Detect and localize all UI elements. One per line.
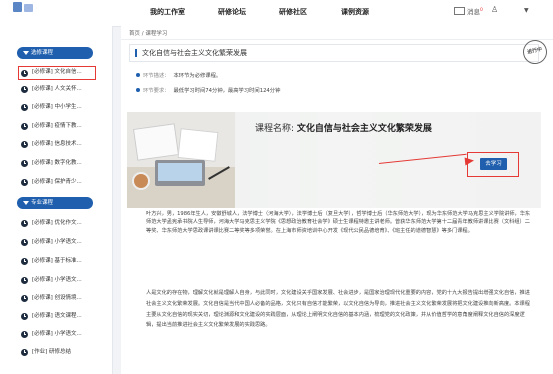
clock-icon: [21, 141, 28, 148]
sidebar-item-course-1[interactable]: [必修课] 文化自信...: [18, 66, 96, 80]
breadcrumb: 首页 / 课程学习: [129, 31, 168, 37]
nav-community[interactable]: 研修社区: [279, 7, 307, 17]
clock-icon: [21, 179, 28, 186]
section-label: 选修课程: [31, 50, 54, 56]
nav-forum[interactable]: 研修论坛: [218, 7, 246, 17]
clock-icon: [21, 86, 28, 93]
clock-icon: [21, 160, 28, 167]
message-count: 0: [480, 7, 483, 13]
page-title-box: 文化自信与社会主义文化繁荣发展: [129, 44, 539, 62]
sidebar-item-label: [必修课] 基于标准...: [32, 258, 82, 264]
bullet-icon: [136, 88, 140, 92]
section-professional[interactable]: 专业课程: [17, 197, 93, 209]
sidebar-item-label: [必修课] 疫情下教...: [32, 123, 82, 129]
clock-icon: [21, 349, 28, 356]
sidebar-item-label: [必修课] 中小学生...: [32, 104, 82, 110]
sidebar-item-course-13[interactable]: [必修课] 语文课程...: [18, 310, 102, 323]
logo-mark-icon: [24, 4, 33, 12]
sidebar-item-course-6[interactable]: [必修课] 数字化教...: [18, 157, 102, 170]
bullet-icon: [136, 73, 140, 77]
title-accent: [135, 49, 137, 57]
sidebar-item-label: [必修课] 创设情境...: [32, 295, 82, 301]
go-study-highlight: 去学习: [467, 152, 519, 177]
link-description: 环节描述： 本环节为必修课程。: [136, 71, 221, 79]
clock-icon: [21, 220, 28, 227]
paper-shape: [132, 123, 180, 161]
go-study-button[interactable]: 去学习: [480, 158, 507, 170]
sidebar-item-label: [必修课] 小学语文...: [32, 277, 82, 283]
course-description: 人是文化的存在物，理解文化就是理解人自身，与此同时，文化建设关乎国家发展、社会进…: [146, 290, 530, 329]
sidebar-item-homework[interactable]: [作业] 研修总结: [18, 346, 102, 359]
clock-icon: [21, 277, 28, 284]
sidebar-item-label: [作业] 研修总结: [32, 349, 72, 355]
section-elective[interactable]: 选修课程: [17, 47, 93, 59]
caret-down-icon: [23, 201, 29, 205]
clock-icon: [21, 258, 28, 265]
info-label: 环节描述：: [143, 73, 170, 79]
clock-icon: [21, 295, 28, 302]
page-title: 文化自信与社会主义文化繁荣发展: [142, 49, 247, 57]
sidebar-item-label: [必修课] 数字化教...: [32, 160, 82, 166]
clock-icon: [21, 331, 28, 338]
chevron-down-icon[interactable]: ▼: [524, 7, 529, 14]
clock-icon: [21, 123, 28, 130]
caret-down-icon: [23, 51, 29, 55]
sidebar-item-course-3[interactable]: [必修课] 中小学生...: [18, 101, 102, 114]
sidebar-item-course-4[interactable]: [必修课] 疫情下教...: [18, 120, 102, 133]
sidebar-item-label: [必修课] 语文课程...: [32, 313, 82, 319]
course-cover-image: [127, 112, 235, 208]
sidebar-item-course-2[interactable]: [必修课] 人文关怀...: [18, 83, 102, 96]
sidebar-item-label: [必修课] 人文关怀...: [32, 86, 82, 92]
sidebar-item-course-9[interactable]: [必修课] 小学语文...: [18, 236, 102, 249]
divider: [121, 39, 553, 40]
info-value: 本环节为必修课程。: [173, 73, 222, 79]
cup-shape: [132, 172, 150, 190]
paper-shape: [177, 128, 219, 162]
clock-icon: [21, 239, 28, 246]
clock-icon: [21, 69, 28, 77]
sidebar-item-course-10[interactable]: [必修课] 基于标准...: [18, 255, 102, 268]
sidebar-item-label: [必修课] 小学语文...: [32, 239, 82, 245]
course-name: 文化自信与社会主义文化繁荣发展: [296, 124, 432, 134]
sidebar-item-course-7[interactable]: [必修课] 保护青少...: [18, 176, 102, 189]
course-name-line: 课程名称: 文化自信与社会主义文化繁荣发展: [255, 121, 432, 134]
nav-resources[interactable]: 课例资源: [341, 7, 369, 17]
sidebar-item-label: [必修课] 优化作文...: [32, 220, 82, 226]
sidebar-item-course-12[interactable]: [必修课] 创设情境...: [18, 292, 102, 305]
messages-label: 消息: [467, 8, 480, 16]
clock-icon: [21, 104, 28, 111]
sidebar-item-label: [必修课] 保护青少...: [32, 179, 82, 185]
sidebar-item-label: [必修课] 小学语文...: [32, 331, 82, 337]
main-content: 首页 / 课程学习 文化自信与社会主义文化繁荣发展 进行中 环节描述： 本环节为必…: [121, 26, 553, 374]
user-icon[interactable]: ♙: [491, 5, 498, 14]
info-label: 环节要求：: [143, 88, 170, 94]
sidebar-item-course-5[interactable]: [必修课] 信息技术...: [18, 138, 102, 151]
messages-link[interactable]: 消息0: [454, 6, 483, 16]
sidebar: 选修课程 [必修课] 文化自信... [必修课] 人文关怀... [必修课] 中…: [0, 26, 113, 374]
nav-my-studio[interactable]: 我的工作室: [150, 7, 185, 17]
top-bar: 我的工作室 研修论坛 研修社区 课例资源 消息0 ♙ ▼: [0, 0, 553, 27]
logo-icon: [13, 2, 22, 12]
instructor-bio: 叶方兴，男，1986年生人，安徽舒城人，法学博士（河海大学），法学博士后（复旦大…: [146, 211, 531, 234]
sidebar-item-course-11[interactable]: [必修课] 小学语文...: [18, 274, 102, 287]
clock-icon: [21, 313, 28, 320]
sidebar-item-course-14[interactable]: [必修课] 小学语文...: [18, 328, 102, 341]
sidebar-item-course-8[interactable]: [必修课] 优化作文...: [18, 217, 102, 230]
link-requirement: 环节要求： 最低学习时间74分钟，最高学习时间124分钟: [136, 86, 280, 94]
course-name-label: 课程名称:: [255, 124, 295, 134]
section-label: 专业课程: [31, 200, 54, 206]
sidebar-item-label: [必修课] 文化自信...: [32, 69, 82, 75]
laptop-shape: [155, 160, 205, 186]
info-value: 最低学习时间74分钟，最高学习时间124分钟: [173, 88, 281, 94]
mail-icon: [454, 7, 465, 15]
sidebar-item-label: [必修课] 信息技术...: [32, 141, 82, 147]
